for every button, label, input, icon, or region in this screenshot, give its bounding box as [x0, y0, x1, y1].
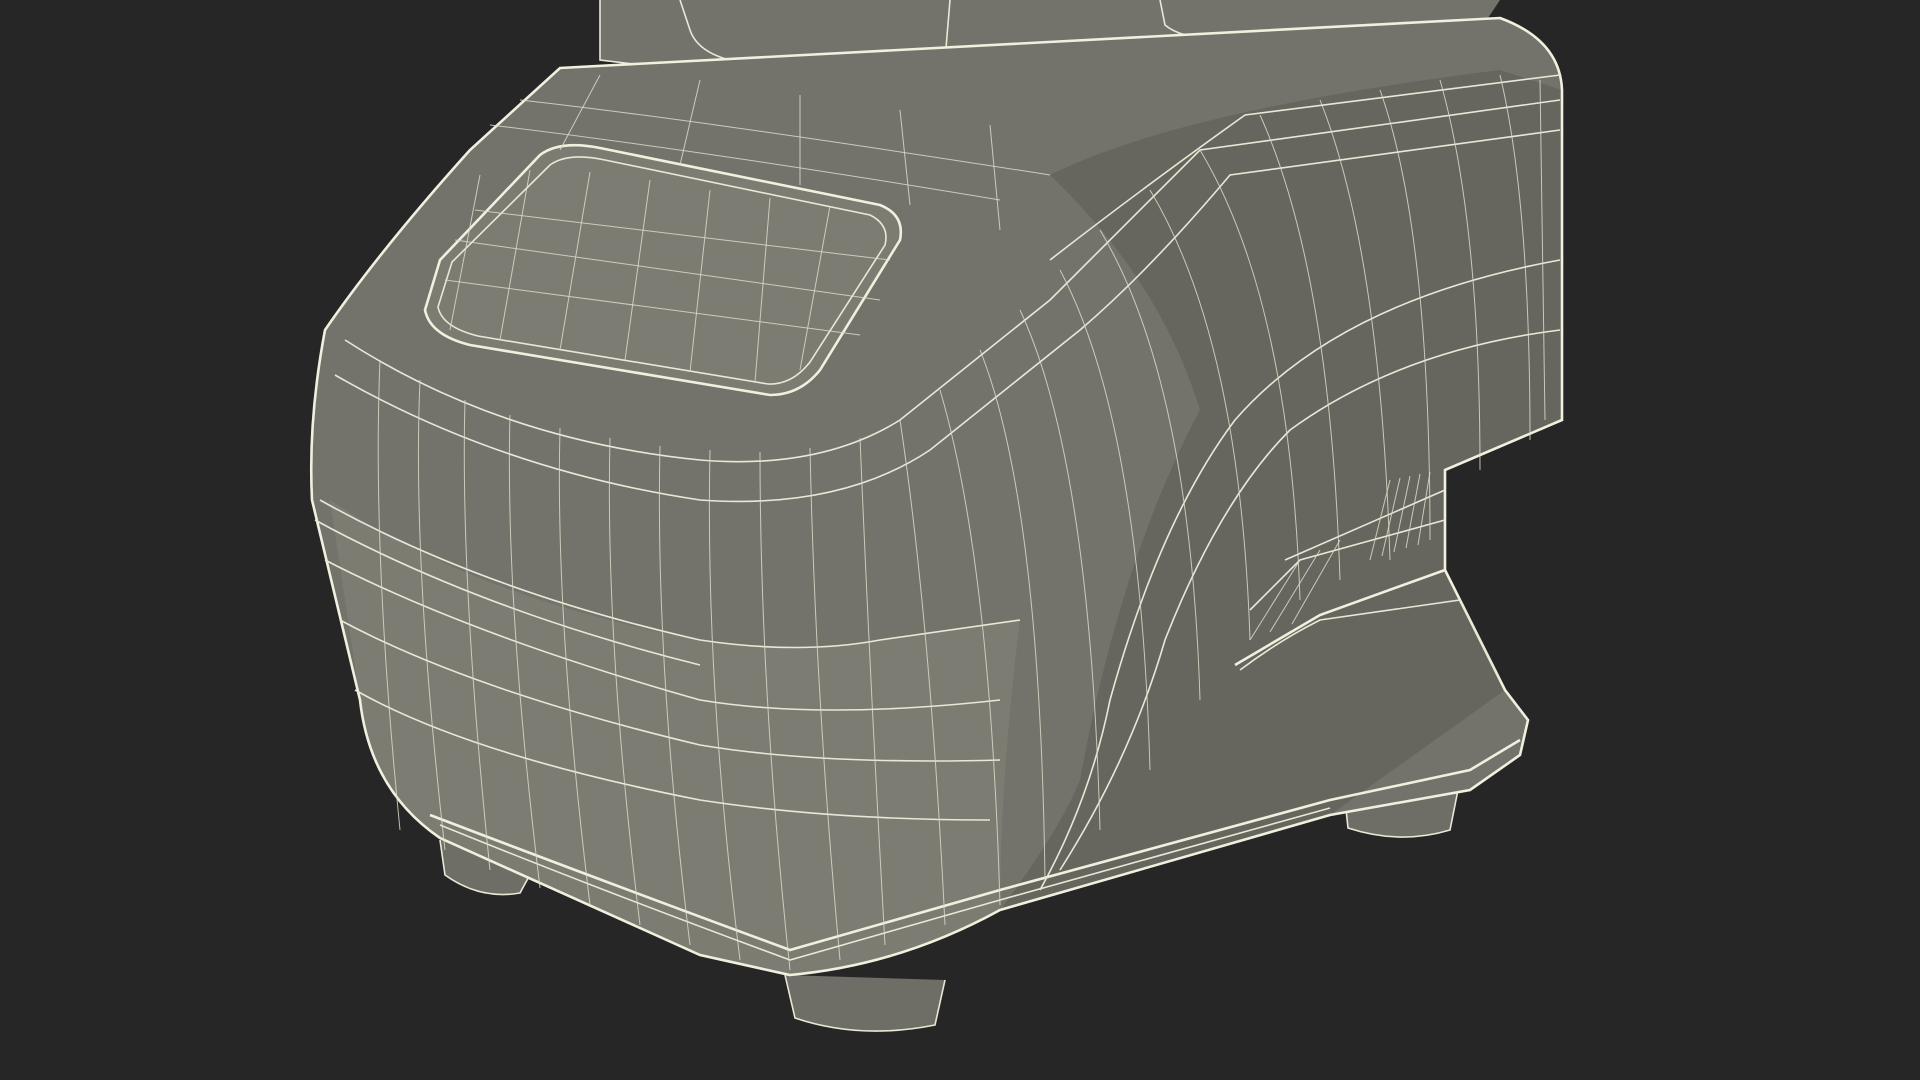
viewport-canvas [0, 0, 1920, 1080]
wireframe-render [309, 0, 1564, 1032]
